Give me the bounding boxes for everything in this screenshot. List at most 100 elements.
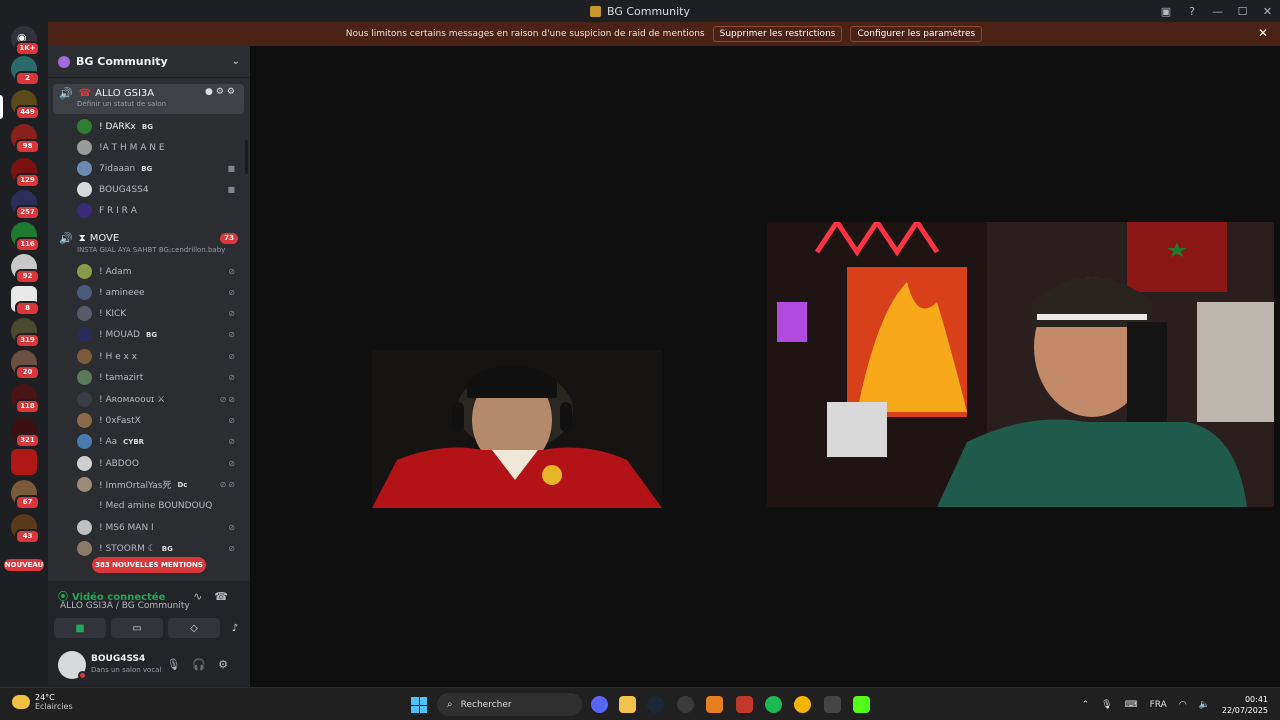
voice-member[interactable]: ! DARKx BG bbox=[77, 118, 237, 135]
disconnect-icon[interactable]: ☎ bbox=[214, 590, 240, 603]
voice-member[interactable]: ! STOORM ☾ BG ⊘ bbox=[77, 540, 237, 557]
voice-channel-move[interactable]: 🔊 ⧗ MOVE INSTA GIAL AYA SAHBT BG;cendril… bbox=[53, 230, 244, 258]
server-icon[interactable] bbox=[11, 449, 37, 475]
channel-status[interactable]: Définir un statut de salon bbox=[53, 100, 244, 110]
avatar[interactable] bbox=[58, 651, 87, 680]
member-name: ! amineee bbox=[99, 287, 145, 298]
server-icon[interactable]: 8 bbox=[11, 286, 40, 316]
sidebar-scrollbar[interactable] bbox=[245, 140, 248, 174]
home-button[interactable]: ◉ 1K+ bbox=[11, 26, 40, 56]
server-icon[interactable]: 118 bbox=[11, 384, 40, 414]
discord-taskbar-icon[interactable] bbox=[591, 696, 608, 713]
server-icon[interactable]: 92 bbox=[11, 254, 40, 284]
avatar bbox=[77, 477, 92, 492]
server-badge: 98 bbox=[15, 139, 40, 154]
channel-controls[interactable]: ●⚙⚙ bbox=[205, 87, 238, 97]
configure-settings-button[interactable]: Configurer les paramètres bbox=[850, 26, 983, 42]
title-bar-controls: ▣ ? — ☐ ✕ bbox=[1153, 0, 1280, 22]
voice-member[interactable]: ! Aa CYBR ⊘ bbox=[77, 433, 237, 450]
wifi-icon[interactable]: ◠ bbox=[1179, 700, 1187, 710]
voice-member[interactable]: ! tamazirt ⊘ bbox=[77, 369, 237, 386]
help-icon[interactable]: ? bbox=[1179, 0, 1205, 22]
voice-member[interactable]: ! ImmOrtalYas死 Dc ⊘⊘ bbox=[77, 476, 237, 493]
video-tile-2[interactable] bbox=[767, 222, 1274, 507]
app-icon[interactable] bbox=[706, 696, 723, 713]
voice-member[interactable]: ! Aʀᴏᴍᴀᴏᴏᴜɪ ⚔ ⊘⊘ bbox=[77, 391, 237, 408]
weather-icon bbox=[12, 695, 30, 709]
video-tile-1[interactable] bbox=[372, 350, 662, 508]
server-icon[interactable]: 319 bbox=[11, 318, 40, 348]
app-icon[interactable] bbox=[736, 696, 753, 713]
camera-icon: ■ bbox=[75, 622, 85, 634]
microphone-icon[interactable]: 🎙 bbox=[166, 658, 192, 671]
maximize-button[interactable]: ☐ bbox=[1230, 0, 1255, 22]
avatar bbox=[77, 392, 92, 407]
new-mentions-pill[interactable]: 383 NOUVELLES MENTIONS bbox=[92, 557, 206, 573]
server-icon[interactable]: 257 bbox=[11, 190, 40, 220]
gear-icon[interactable]: ⚙ bbox=[218, 658, 240, 671]
voice-member[interactable]: !A T H M A N E bbox=[77, 139, 237, 156]
voice-member[interactable]: ! H e x x ⊘ bbox=[77, 348, 237, 365]
voice-member[interactable]: 7idaaan BG ■ bbox=[77, 160, 237, 177]
close-notice-icon[interactable]: ✕ bbox=[1258, 26, 1268, 40]
server-icon[interactable]: 449 bbox=[11, 90, 40, 120]
activities-button[interactable]: ◇ bbox=[168, 618, 220, 638]
channel-name: MOVE bbox=[89, 232, 120, 244]
server-icon[interactable]: 98 bbox=[11, 124, 40, 154]
weather-widget[interactable]: 24°C Eclaircies bbox=[12, 693, 73, 711]
speaker-icon: 🔊 bbox=[59, 231, 73, 245]
voice-member[interactable]: F R I R A bbox=[77, 202, 237, 219]
steam-icon[interactable] bbox=[647, 696, 664, 713]
server-badge: 67 bbox=[15, 495, 40, 510]
voice-member[interactable]: ! Med amine BOUNDOUQ bbox=[77, 497, 237, 514]
deafened-icon: ⊘ bbox=[228, 416, 237, 425]
username[interactable]: BOUG4SS4 bbox=[91, 654, 145, 664]
member-name: 7idaaan bbox=[99, 163, 136, 174]
inbox-icon[interactable]: ▣ bbox=[1153, 0, 1179, 22]
screen-share-button[interactable]: ▭ bbox=[111, 618, 163, 638]
voice-member[interactable]: ! MOUAD BG ⊘ bbox=[77, 326, 237, 343]
chevron-up-icon[interactable]: ⌃ bbox=[1082, 700, 1090, 710]
voice-channel-allo-gsi3a[interactable]: 🔊 ☎ ALLO GSI3A Définir un statut de salo… bbox=[53, 84, 244, 114]
remove-restrictions-button[interactable]: Supprimer les restrictions bbox=[712, 26, 843, 42]
soundboard-button[interactable]: ♪ bbox=[225, 618, 245, 638]
spotify-icon[interactable] bbox=[765, 696, 782, 713]
voice-member[interactable]: ! 0xFastX ⊘ bbox=[77, 412, 237, 429]
start-button[interactable] bbox=[411, 697, 427, 713]
server-icon[interactable]: 321 bbox=[11, 418, 40, 448]
guild-header[interactable]: BG Community ⌄ bbox=[48, 46, 250, 78]
voice-member[interactable]: ! ABDOO ⊘ bbox=[77, 455, 237, 472]
file-explorer-icon[interactable] bbox=[619, 696, 636, 713]
language-indicator[interactable]: FRA bbox=[1150, 700, 1167, 710]
app-icon[interactable] bbox=[824, 696, 841, 713]
server-icon[interactable]: 43 bbox=[11, 514, 40, 544]
voice-member[interactable]: ! amineee ⊘ bbox=[77, 284, 237, 301]
chrome-icon[interactable] bbox=[794, 696, 811, 713]
kick-icon[interactable] bbox=[853, 696, 870, 713]
server-icon[interactable]: 2 bbox=[11, 56, 40, 86]
taskbar-search[interactable]: ⌕ Rechercher bbox=[437, 693, 582, 716]
member-name: ! MOUAD bbox=[99, 329, 140, 340]
server-icon[interactable]: 116 bbox=[11, 222, 40, 252]
member-name: ! ImmOrtalYas死 bbox=[99, 481, 172, 491]
keyboard-icon[interactable]: ⌨ bbox=[1125, 700, 1138, 710]
github-icon[interactable] bbox=[677, 696, 694, 713]
server-icon[interactable]: 129 bbox=[11, 158, 40, 188]
voice-member[interactable]: BOUG4SS4 ■ bbox=[77, 181, 237, 198]
close-window-button[interactable]: ✕ bbox=[1255, 0, 1280, 22]
noise-suppression-icon[interactable]: ∿ bbox=[193, 590, 214, 603]
microphone-icon[interactable]: 🎙 bbox=[1101, 700, 1112, 710]
voice-member[interactable]: ! KICK ⊘ bbox=[77, 305, 237, 322]
server-badge: 321 bbox=[15, 433, 40, 448]
volume-icon[interactable]: 🔈 bbox=[1199, 700, 1210, 710]
new-servers-badge[interactable]: NOUVEAU bbox=[4, 559, 44, 571]
voice-member[interactable]: ! Adam ⊘ bbox=[77, 263, 237, 280]
minimize-button[interactable]: — bbox=[1205, 0, 1230, 22]
clock[interactable]: 00:41 22/07/2025 bbox=[1222, 694, 1268, 716]
server-icon[interactable]: 20 bbox=[11, 350, 40, 380]
camera-button[interactable]: ■ bbox=[54, 618, 106, 638]
server-icon[interactable]: 67 bbox=[11, 480, 40, 510]
voice-member[interactable]: ! MS6 MAN I ⊘ bbox=[77, 519, 237, 536]
headphones-icon[interactable]: 🎧 bbox=[192, 658, 218, 671]
voice-channel-link[interactable]: ALLO GSI3A / BG Community bbox=[60, 601, 190, 611]
